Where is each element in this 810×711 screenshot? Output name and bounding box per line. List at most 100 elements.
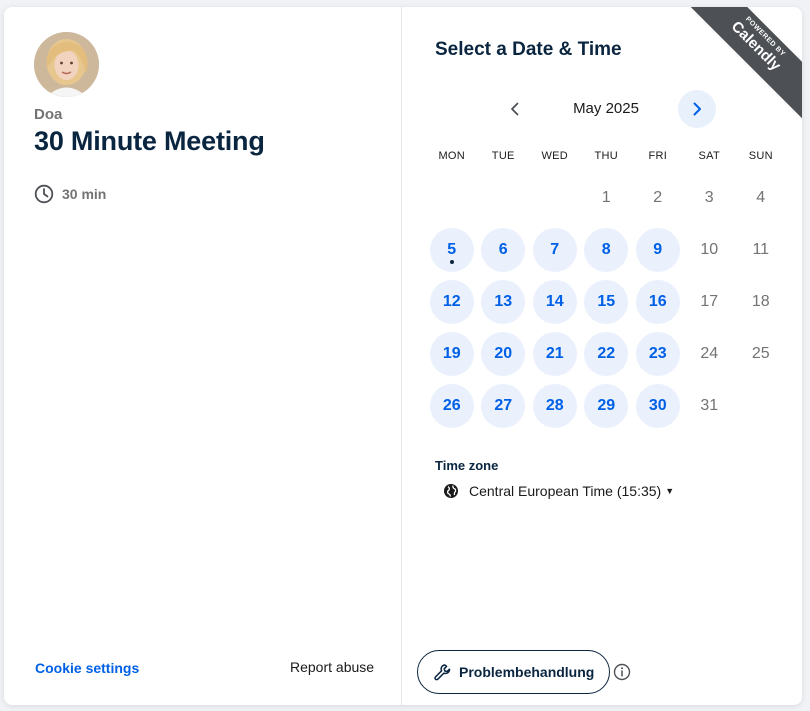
cookie-settings-link[interactable]: Cookie settings bbox=[35, 660, 139, 676]
day-cell: 13 bbox=[478, 276, 530, 328]
available-day-button[interactable]: 8 bbox=[584, 228, 629, 272]
day-cell: 19 bbox=[426, 328, 478, 380]
unavailable-day: 11 bbox=[739, 228, 783, 272]
available-day-button[interactable]: 7 bbox=[532, 228, 577, 272]
day-number: 18 bbox=[751, 293, 770, 310]
available-day-button[interactable]: 13 bbox=[481, 280, 526, 324]
day-number: 28 bbox=[545, 397, 564, 414]
day-cell: 18 bbox=[735, 276, 787, 328]
day-cell: 5 bbox=[426, 224, 478, 276]
day-number: 4 bbox=[756, 189, 766, 206]
day-number: 29 bbox=[597, 397, 616, 414]
day-cell: 21 bbox=[529, 328, 581, 380]
available-day-button[interactable]: 26 bbox=[429, 384, 474, 428]
day-cell: 14 bbox=[529, 276, 581, 328]
day-number: 9 bbox=[653, 241, 663, 258]
available-day-button[interactable]: 30 bbox=[635, 384, 680, 428]
chevron-left-icon bbox=[511, 102, 519, 116]
available-day-button[interactable]: 12 bbox=[429, 280, 474, 324]
weekday-label: FRI bbox=[648, 150, 668, 162]
day-number: 23 bbox=[648, 345, 667, 362]
event-details-panel: Doa 30 Minute Meeting 30 min Cookie sett… bbox=[4, 7, 402, 705]
troubleshoot-button[interactable]: Problembehandlung bbox=[417, 650, 611, 694]
timezone-selector[interactable]: Central European Time (15:35) ▼ bbox=[443, 483, 674, 499]
day-cell: 30 bbox=[632, 380, 684, 432]
weekday-label: MON bbox=[438, 150, 466, 162]
available-day-button[interactable]: 23 bbox=[635, 332, 680, 376]
day-cell: 1 bbox=[581, 172, 633, 224]
available-day-button[interactable]: 21 bbox=[532, 332, 577, 376]
day-cell: 9 bbox=[632, 224, 684, 276]
day-cell: 11 bbox=[735, 224, 787, 276]
available-day-button[interactable]: 16 bbox=[635, 280, 680, 324]
unavailable-day: 17 bbox=[687, 280, 731, 324]
scheduler-heading: Select a Date & Time bbox=[435, 39, 622, 60]
day-number: 16 bbox=[648, 293, 667, 310]
unavailable-day: 31 bbox=[687, 384, 731, 428]
troubleshoot-label: Problembehandlung bbox=[459, 664, 595, 680]
day-cell: 27 bbox=[478, 380, 530, 432]
day-cell: 8 bbox=[581, 224, 633, 276]
avatar-image bbox=[34, 32, 99, 97]
day-number: 14 bbox=[545, 293, 564, 310]
today-indicator bbox=[449, 260, 454, 264]
day-number: 30 bbox=[648, 397, 667, 414]
calendar-grid: 1 2 3 4 5 6 7 8 9 10 11 12 13 14 15 16 17 18 19 20 21 22 23 24 2… bbox=[426, 172, 786, 432]
unavailable-day: 4 bbox=[739, 176, 783, 220]
available-day-button[interactable]: 6 bbox=[481, 228, 526, 272]
day-cell: 2 bbox=[632, 172, 684, 224]
available-day-button[interactable]: 14 bbox=[532, 280, 577, 324]
event-duration: 30 min bbox=[34, 184, 106, 204]
unavailable-day: 2 bbox=[636, 176, 680, 220]
host-name: Doa bbox=[34, 106, 63, 123]
day-number: 31 bbox=[700, 397, 719, 414]
day-cell: 12 bbox=[426, 276, 478, 328]
empty-day-cell bbox=[478, 172, 530, 224]
unavailable-day: 24 bbox=[687, 332, 731, 376]
weekday-label: SAT bbox=[698, 150, 720, 162]
day-number: 20 bbox=[494, 345, 513, 362]
timezone-value: Central European Time (15:35) bbox=[469, 483, 662, 499]
available-day-button[interactable]: 9 bbox=[635, 228, 680, 272]
info-icon bbox=[613, 663, 631, 681]
day-cell: 24 bbox=[684, 328, 736, 380]
day-number: 21 bbox=[545, 345, 564, 362]
available-day-button[interactable]: 20 bbox=[481, 332, 526, 376]
caret-down-icon: ▼ bbox=[665, 486, 675, 496]
unavailable-day: 1 bbox=[584, 176, 628, 220]
timezone-label: Time zone bbox=[435, 458, 499, 473]
available-day-button[interactable]: 29 bbox=[584, 384, 629, 428]
day-number: 24 bbox=[700, 345, 719, 362]
day-cell: 15 bbox=[581, 276, 633, 328]
clock-icon bbox=[34, 184, 54, 204]
info-button[interactable] bbox=[613, 663, 631, 681]
scheduler-panel: Select a Date & Time POWERED BY Calendly… bbox=[403, 7, 802, 705]
day-cell: 20 bbox=[478, 328, 530, 380]
day-number: 15 bbox=[597, 293, 616, 310]
previous-month-button[interactable] bbox=[496, 90, 534, 128]
avatar bbox=[34, 32, 99, 97]
month-navigation: May 2025 bbox=[496, 90, 716, 128]
day-cell: 23 bbox=[632, 328, 684, 380]
available-day-button[interactable]: 22 bbox=[584, 332, 629, 376]
day-number: 12 bbox=[442, 293, 461, 310]
available-day-button[interactable]: 19 bbox=[429, 332, 474, 376]
day-number: 1 bbox=[601, 189, 611, 206]
day-number: 2 bbox=[653, 189, 663, 206]
day-cell: 6 bbox=[478, 224, 530, 276]
wrench-icon bbox=[434, 664, 451, 681]
current-month: May 2025 bbox=[573, 100, 639, 117]
weekday-label: THU bbox=[594, 150, 618, 162]
available-day-button[interactable]: 15 bbox=[584, 280, 629, 324]
day-cell: 22 bbox=[581, 328, 633, 380]
day-cell: 3 bbox=[684, 172, 736, 224]
available-day-button[interactable]: 27 bbox=[481, 384, 526, 428]
day-number: 22 bbox=[597, 345, 616, 362]
day-cell: 31 bbox=[684, 380, 736, 432]
day-number: 3 bbox=[704, 189, 714, 206]
available-day-button[interactable]: 28 bbox=[532, 384, 577, 428]
day-number: 5 bbox=[447, 241, 457, 258]
available-day-button[interactable]: 5 bbox=[429, 228, 474, 272]
next-month-button[interactable] bbox=[678, 90, 716, 128]
report-abuse-link[interactable]: Report abuse bbox=[290, 659, 374, 675]
